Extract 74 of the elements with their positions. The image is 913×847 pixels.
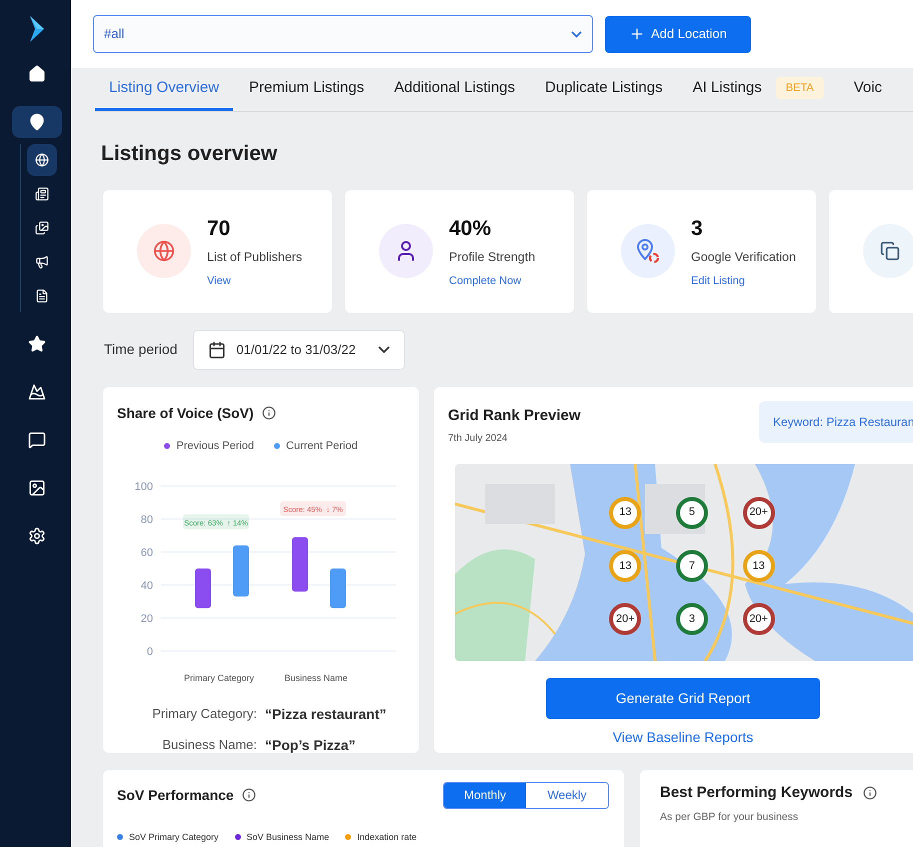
document-icon bbox=[34, 289, 48, 303]
tab[interactable]: Additional Listings bbox=[380, 69, 530, 111]
y-tick-label: 20 bbox=[140, 613, 153, 625]
card-subtitle: As per GBP for your business bbox=[660, 811, 798, 823]
detail-label: Business Name: bbox=[161, 736, 257, 754]
tab[interactable]: Duplicate Listings bbox=[531, 69, 677, 111]
legend-label: Current Period bbox=[286, 438, 358, 454]
legend-label: SoV Business Name bbox=[246, 830, 330, 844]
chevron-down-icon bbox=[571, 30, 582, 38]
x-axis-label: Business Name bbox=[284, 673, 348, 683]
tab[interactable]: Premium Listings bbox=[235, 69, 378, 111]
card-title: Best Performing Keywords bbox=[660, 782, 853, 802]
baseline-reports-link[interactable]: View Baseline Reports bbox=[612, 727, 754, 748]
globe-icon bbox=[34, 153, 48, 167]
settings-icon bbox=[28, 527, 46, 545]
sidebar-item[interactable] bbox=[12, 106, 62, 138]
star-icon bbox=[28, 335, 46, 353]
megaphone-icon bbox=[34, 255, 48, 269]
stat-value: 3 bbox=[691, 216, 704, 242]
map-pin-icon bbox=[28, 113, 46, 131]
chat-icon bbox=[28, 431, 46, 449]
date-label: 7th July 2024 bbox=[448, 432, 508, 446]
home-icon bbox=[28, 65, 46, 83]
stat-value: 70 bbox=[207, 216, 232, 242]
bar bbox=[233, 545, 249, 597]
detail-value: “Pizza restaurant” bbox=[265, 705, 388, 724]
card-title: Grid Rank Preview bbox=[448, 406, 581, 426]
detail-value: “Pop’s Pizza” bbox=[265, 736, 357, 755]
location-select[interactable]: #all bbox=[93, 15, 593, 53]
page-title: Listings overview bbox=[101, 141, 278, 167]
tab[interactable]: Voic bbox=[840, 69, 896, 111]
bar bbox=[195, 568, 211, 608]
list-icon bbox=[34, 187, 48, 201]
legend-label: Indexation rate bbox=[357, 830, 417, 844]
stat-label: Google Verification bbox=[691, 249, 796, 266]
beta-badge: BETA bbox=[776, 76, 824, 100]
x-axis-label: Primary Category bbox=[184, 673, 254, 683]
toggle-option[interactable]: Monthly bbox=[444, 782, 526, 808]
image-icon bbox=[28, 479, 46, 497]
stat-link[interactable]: Complete Now bbox=[449, 272, 536, 290]
plus-icon bbox=[629, 26, 645, 42]
y-tick-label: 40 bbox=[140, 580, 153, 592]
y-tick-label: 100 bbox=[134, 481, 153, 493]
card-title: Share of Voice (SoV) bbox=[117, 404, 254, 423]
info-icon[interactable] bbox=[862, 786, 877, 800]
add-location-button[interactable]: Add Location bbox=[605, 16, 751, 52]
stat-link[interactable]: Edit Listing bbox=[691, 272, 796, 290]
bar bbox=[292, 537, 308, 592]
y-tick-label: 80 bbox=[140, 514, 153, 526]
date-range-picker[interactable]: 01/01/22 to 31/03/22 bbox=[193, 330, 405, 370]
chevron-down-icon bbox=[378, 346, 390, 353]
stat-link[interactable]: View bbox=[207, 272, 302, 290]
stat-label: Profile Strength bbox=[449, 249, 536, 266]
detail-label: Primary Category: bbox=[151, 705, 257, 723]
tab[interactable]: Listing Overview bbox=[95, 69, 234, 111]
info-icon[interactable] bbox=[242, 788, 256, 802]
legend-label: Previous Period bbox=[176, 438, 254, 454]
time-period-label: Time period bbox=[104, 340, 178, 359]
gallery-icon bbox=[34, 221, 48, 235]
mountain-icon bbox=[28, 383, 46, 401]
info-icon[interactable] bbox=[262, 406, 276, 420]
sidebar-item[interactable] bbox=[26, 144, 56, 176]
y-tick-label: 60 bbox=[140, 547, 153, 559]
calendar-icon bbox=[208, 340, 226, 358]
logo-icon bbox=[28, 16, 46, 42]
tab[interactable]: AI Listings bbox=[678, 69, 776, 111]
legend-label: SoV Primary Category bbox=[129, 830, 219, 844]
bar bbox=[330, 568, 346, 608]
copy-icon bbox=[863, 224, 913, 278]
stat-value: 40% bbox=[449, 216, 492, 242]
stat-label: List of Publishers bbox=[207, 249, 302, 266]
generate-report-button[interactable]: Generate Grid Report bbox=[546, 678, 820, 719]
card-title: SoV Performance bbox=[117, 786, 234, 804]
y-tick-label: 0 bbox=[146, 646, 153, 658]
